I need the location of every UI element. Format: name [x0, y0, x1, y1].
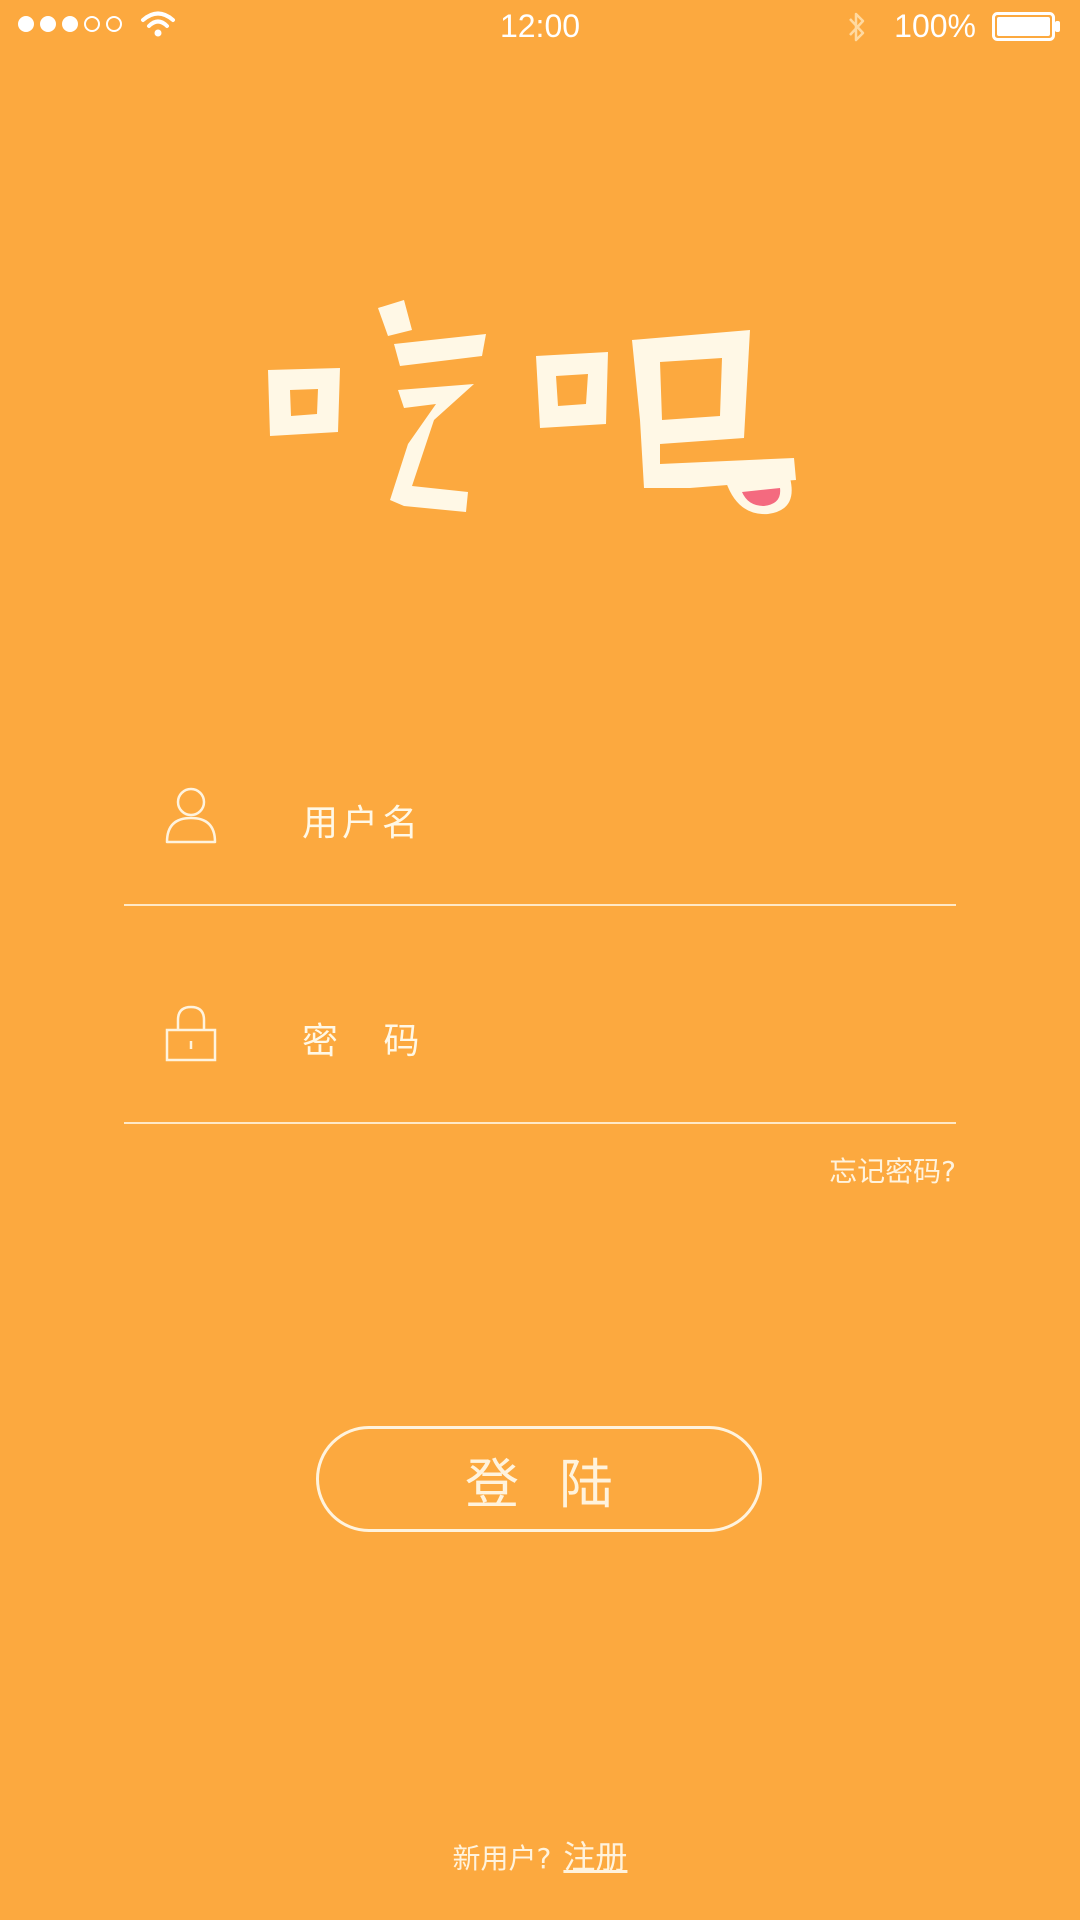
app-logo: 吃吧: [268, 300, 796, 515]
logo-stroke: [394, 334, 486, 366]
username-field[interactable]: 用户名: [124, 786, 956, 906]
login-button[interactable]: 登陆: [316, 1426, 762, 1532]
forgot-password-link[interactable]: 忘记密码?: [829, 1150, 956, 1190]
logo-stroke: [268, 368, 340, 436]
logo-stroke: [378, 300, 412, 336]
register-link[interactable]: 注册: [563, 1838, 627, 1876]
new-user-label: 新用户?: [452, 1842, 552, 1875]
logo-stroke: [390, 384, 474, 512]
password-placeholder: 密 码: [302, 1021, 424, 1062]
username-underline: [124, 904, 956, 906]
username-placeholder: 用户名: [302, 803, 423, 844]
footer: 新用户? 注册: [0, 1832, 1080, 1878]
password-field[interactable]: 密 码: [124, 1004, 956, 1124]
lock-icon: [165, 1005, 217, 1062]
password-underline: [124, 1122, 956, 1124]
user-icon: [165, 787, 217, 844]
logo-stroke: [536, 352, 608, 428]
logo-stroke: [632, 330, 796, 488]
